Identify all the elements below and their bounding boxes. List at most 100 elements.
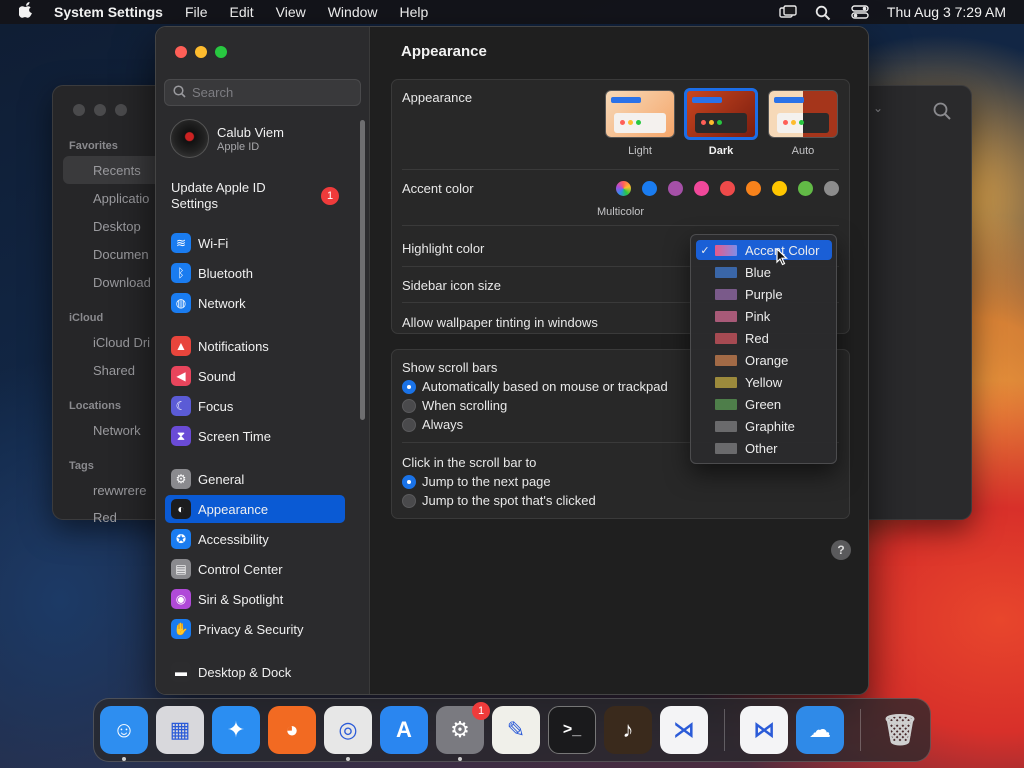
weather-icon[interactable]: ☁	[796, 706, 844, 754]
finder-item-downloads[interactable]: Download	[93, 275, 151, 290]
radio-button[interactable]	[402, 398, 416, 413]
click-spot-radio[interactable]: Jump to the spot that's clicked	[402, 493, 596, 508]
zoom-button[interactable]	[215, 46, 227, 58]
accent-color-swatch[interactable]	[642, 181, 657, 196]
radio-button[interactable]	[402, 474, 416, 489]
highlight-option-green[interactable]: Green	[696, 394, 832, 414]
sidebar-item-desktop-dock[interactable]: ▬ Desktop & Dock	[165, 658, 345, 686]
highlight-option-graphite[interactable]: Graphite	[696, 416, 832, 436]
scroll-bars-auto-radio[interactable]: Automatically based on mouse or trackpad	[402, 379, 668, 394]
menu-help[interactable]: Help	[400, 4, 429, 20]
accent-multicolor-swatch[interactable]	[616, 181, 631, 196]
appearance-auto-option[interactable]	[768, 90, 838, 138]
safari-icon[interactable]: ✦	[212, 706, 260, 754]
apple-menu-icon[interactable]	[18, 2, 34, 22]
sidebar-item-appearance[interactable]: ◐ Appearance	[165, 495, 345, 523]
appearance-dark-caption: Dark	[708, 145, 734, 157]
finder-search-icon[interactable]	[933, 102, 951, 125]
highlight-option-pink[interactable]: Pink	[696, 306, 832, 326]
search-field[interactable]	[164, 79, 361, 106]
sidebar-item-siri-spotlight[interactable]: ◉ Siri & Spotlight	[165, 585, 345, 613]
finder-item-network[interactable]: Network	[93, 423, 141, 438]
show-scroll-bars-label: Show scroll bars	[402, 360, 498, 375]
appearance-dark-option[interactable]	[684, 88, 758, 140]
scroll-bars-always-radio[interactable]: Always	[402, 417, 463, 432]
menu-app-name[interactable]: System Settings	[54, 4, 163, 20]
highlight-option-accent-color[interactable]: ✓ Accent Color	[696, 240, 832, 260]
search-input[interactable]	[192, 85, 352, 100]
sidebar-item-screen-time[interactable]: ⧗ Screen Time	[165, 422, 345, 450]
sidebar-item-wi-fi[interactable]: ≋ Wi-Fi	[165, 229, 345, 257]
radio-button[interactable]	[402, 417, 416, 432]
accent-color-swatch[interactable]	[798, 181, 813, 196]
scroll-bars-when-scrolling-radio[interactable]: When scrolling	[402, 398, 507, 413]
radio-label: Automatically based on mouse or trackpad	[422, 379, 668, 394]
appearance-light-option[interactable]	[605, 90, 675, 138]
menu-file[interactable]: File	[185, 4, 208, 20]
radio-button[interactable]	[402, 493, 416, 508]
highlight-option-blue[interactable]: Blue	[696, 262, 832, 282]
highlight-option-label: Yellow	[745, 374, 783, 390]
control-center-icon[interactable]	[851, 5, 869, 19]
radio-button[interactable]	[402, 379, 416, 394]
sidebar-item-general[interactable]: ⚙ General	[165, 465, 345, 493]
highlight-option-red[interactable]: Red	[696, 328, 832, 348]
finder-item-desktop[interactable]: Desktop	[93, 219, 141, 234]
sidebar-item-notifications[interactable]: ▲ Notifications	[165, 332, 345, 360]
update-apple-id-settings[interactable]: Update Apple ID Settings	[171, 180, 291, 212]
finder-item-recents[interactable]: Recents	[93, 163, 141, 178]
app-store-icon[interactable]: A	[380, 706, 428, 754]
highlight-option-purple[interactable]: Purple	[696, 284, 832, 304]
accent-color-swatch[interactable]	[746, 181, 761, 196]
finder-icon[interactable]: ☺	[100, 706, 148, 754]
vscode-icon[interactable]: ⋊	[660, 706, 708, 754]
accent-color-swatch[interactable]	[824, 181, 839, 196]
screen-mirroring-icon[interactable]	[779, 5, 797, 19]
menu-clock[interactable]: Thu Aug 3 7:29 AM	[887, 4, 1006, 20]
help-button[interactable]: ?	[831, 540, 851, 560]
sidebar-item-label: Siri & Spotlight	[198, 591, 284, 607]
highlight-option-other[interactable]: Other	[696, 438, 832, 458]
visual-studio-icon[interactable]: ⋈	[740, 706, 788, 754]
finder-item-shared[interactable]: Shared	[93, 363, 135, 378]
click-next-page-radio[interactable]: Jump to the next page	[402, 474, 551, 489]
control-center-icon: ▤	[171, 559, 191, 579]
trash-icon[interactable]: 🗑	[876, 706, 924, 754]
sidebar-scrollbar[interactable]	[360, 120, 365, 420]
menu-window[interactable]: Window	[328, 4, 378, 20]
finder-tag-item[interactable]: Red	[93, 510, 117, 525]
sidebar-item-privacy-security[interactable]: ✋ Privacy & Security	[165, 615, 345, 643]
apple-id-profile[interactable]: Calub Viem Apple ID	[170, 119, 284, 158]
finder-item-documents[interactable]: Documen	[93, 247, 149, 262]
firefox-icon[interactable]: ◕	[268, 706, 316, 754]
accent-color-swatch[interactable]	[694, 181, 709, 196]
accent-color-swatch[interactable]	[772, 181, 787, 196]
accent-color-swatch[interactable]	[668, 181, 683, 196]
minimize-button[interactable]	[195, 46, 207, 58]
terminal-icon[interactable]: >_	[548, 706, 596, 754]
highlight-option-orange[interactable]: Orange	[696, 350, 832, 370]
chrome-icon[interactable]: ◎	[324, 706, 372, 754]
sidebar-item-accessibility[interactable]: ✪ Accessibility	[165, 525, 345, 553]
finder-tag-item[interactable]: rewwrere	[93, 483, 146, 498]
textedit-icon[interactable]: ✎	[492, 706, 540, 754]
chevron-down-icon[interactable]: ⌄	[873, 101, 883, 115]
guitar-icon[interactable]: ♪	[604, 706, 652, 754]
sidebar-item-network[interactable]: ◍ Network	[165, 289, 345, 317]
finder-item-icloud-drive[interactable]: iCloud Dri	[93, 335, 150, 350]
sidebar-item-bluetooth[interactable]: ᛒ Bluetooth	[165, 259, 345, 287]
accent-color-swatch[interactable]	[720, 181, 735, 196]
sidebar-item-label: Control Center	[198, 561, 283, 577]
finder-item-applications[interactable]: Applicatio	[93, 191, 149, 206]
menu-edit[interactable]: Edit	[230, 4, 254, 20]
sidebar-item-label: Privacy & Security	[198, 621, 304, 637]
spotlight-search-icon[interactable]	[815, 5, 833, 21]
sidebar-item-sound[interactable]: ◀ Sound	[165, 362, 345, 390]
sidebar-item-label: Notifications	[198, 338, 269, 354]
sidebar-item-focus[interactable]: ☾ Focus	[165, 392, 345, 420]
menu-view[interactable]: View	[276, 4, 306, 20]
sidebar-item-control-center[interactable]: ▤ Control Center	[165, 555, 345, 583]
highlight-option-yellow[interactable]: Yellow	[696, 372, 832, 392]
close-button[interactable]	[175, 46, 187, 58]
launchpad-icon[interactable]: ▦	[156, 706, 204, 754]
